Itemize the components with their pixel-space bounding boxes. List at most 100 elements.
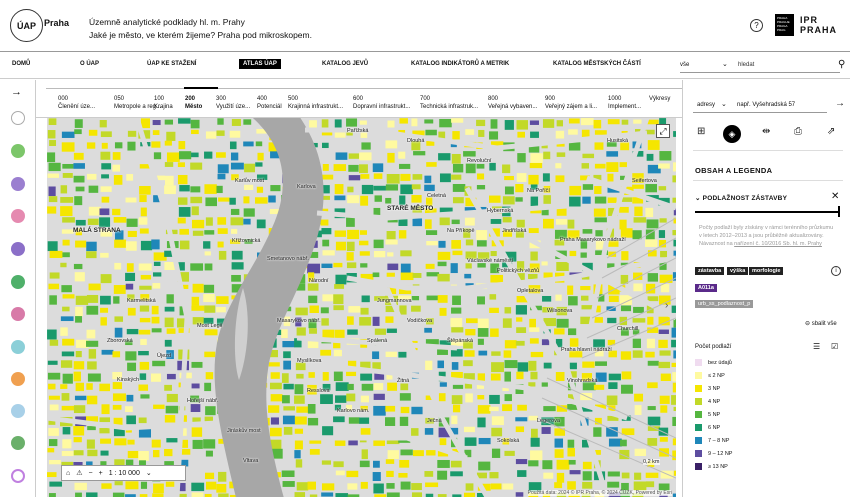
arrow-right-icon[interactable]: →: [835, 98, 845, 109]
ipr-logo[interactable]: IPR PRAHA: [800, 15, 837, 35]
building: [400, 173, 411, 181]
address-search-input[interactable]: např. Vyšehradská 57: [737, 102, 795, 108]
info-icon[interactable]: i: [831, 266, 841, 276]
search-scope-select[interactable]: vše: [680, 62, 689, 68]
list-icon[interactable]: ☰: [813, 342, 820, 351]
layers-icon[interactable]: ◈: [723, 125, 741, 143]
regulation-link[interactable]: nařízení č. 10/2016 Sb. hl. m. Prahy: [734, 241, 822, 247]
building: [451, 219, 460, 225]
thumb-green-dots[interactable]: [11, 275, 25, 289]
building: [567, 481, 576, 490]
theme-900[interactable]: 900 Veřejný zájem a li...: [545, 95, 597, 111]
chevron-down-icon[interactable]: ⌄: [722, 60, 728, 68]
close-icon[interactable]: ✕: [831, 191, 839, 202]
chevron-down-icon[interactable]: ⌄: [146, 469, 152, 477]
search-input[interactable]: hledat: [738, 62, 754, 68]
theme-drawings[interactable]: Výkresy: [649, 95, 670, 103]
theme-1000[interactable]: 1000 Implement...: [608, 95, 641, 111]
legend-item: ≥ 13 NP: [695, 463, 728, 470]
zoom-out-icon[interactable]: −: [89, 470, 93, 477]
theme-300[interactable]: 300 Využití úze...: [216, 95, 250, 111]
thumb-light-blue[interactable]: [11, 404, 25, 418]
help-icon[interactable]: ?: [750, 19, 763, 32]
building: [516, 219, 525, 228]
theme-num: 700: [420, 96, 431, 102]
building: [49, 272, 60, 279]
building: [633, 217, 647, 223]
checkbox-icon[interactable]: ☑: [831, 342, 838, 351]
opacity-slider-handle[interactable]: [838, 206, 840, 217]
thumb-pink-dots[interactable]: [11, 307, 25, 321]
warning-icon[interactable]: ⚠: [76, 469, 82, 477]
map-canvas[interactable]: [47, 118, 676, 497]
nav-catalog-indicators[interactable]: KATALOG INDIKÁTORŮ A METRIK: [411, 61, 509, 67]
layer-title[interactable]: ⌄ PODLAŽNOST ZÁSTAVBY: [695, 194, 787, 202]
building: [282, 415, 295, 425]
collapse-all-button[interactable]: ⊖ sbalit vše: [805, 320, 837, 327]
nav-about[interactable]: O ÚAP: [80, 61, 99, 67]
building: [294, 416, 307, 425]
tag-layer-name[interactable]: urb_ss_podlaznost_p: [695, 300, 754, 308]
uap-logo[interactable]: ÚAP: [10, 9, 43, 42]
arrow-right-icon[interactable]: →: [11, 86, 22, 98]
building: [595, 361, 607, 366]
share-icon[interactable]: ⇗: [827, 126, 835, 137]
building: [464, 437, 477, 446]
theme-800[interactable]: 800 Veřejná vybaven...: [488, 95, 537, 111]
thumb-orange[interactable]: [11, 372, 25, 386]
building: [529, 338, 539, 344]
tag-morfologie[interactable]: morfologie: [749, 267, 784, 275]
chevron-right-icon[interactable]: ›: [665, 300, 668, 311]
tag-zastavba[interactable]: zástavba: [695, 267, 725, 275]
theme-600[interactable]: 600 Dopravní infrastrukt...: [353, 95, 410, 111]
building: [424, 175, 432, 184]
building: [361, 383, 374, 391]
thumb-violet[interactable]: [11, 177, 25, 191]
building: [346, 262, 357, 269]
tag-code[interactable]: A011a: [695, 284, 717, 292]
thumb-cyan[interactable]: [11, 340, 25, 354]
map-view[interactable]: MALÁ STRANA STARÉ MĚSTO Praha Masarykovo…: [47, 118, 676, 497]
thumb-purple[interactable]: [11, 242, 25, 256]
building: [138, 384, 149, 391]
building: [582, 471, 592, 481]
building: [48, 383, 56, 390]
building: [517, 470, 527, 477]
theme-700[interactable]: 700 Technická infrastruk...: [420, 95, 478, 111]
building: [334, 284, 345, 289]
chevron-down-icon[interactable]: ⌄: [721, 100, 727, 108]
building: [478, 437, 491, 445]
building: [100, 307, 109, 313]
search-icon[interactable]: ⚲: [838, 59, 845, 70]
thumb-pink[interactable]: [11, 209, 25, 223]
thumb-dark-green[interactable]: [11, 436, 25, 450]
theme-100[interactable]: 100 Krajina: [154, 95, 173, 111]
opacity-slider[interactable]: [695, 211, 840, 213]
thumb-empty[interactable]: [11, 111, 25, 125]
thumb-green[interactable]: [11, 144, 25, 158]
fullscreen-button[interactable]: ⤢: [656, 124, 670, 138]
building: [660, 373, 671, 382]
theme-000[interactable]: 000 Členění úze...: [58, 95, 95, 111]
grid-icon[interactable]: ⊞: [697, 126, 705, 137]
nav-atlas[interactable]: ATLAS ÚAP: [239, 59, 281, 69]
thumb-ring[interactable]: [11, 469, 25, 483]
nav-download[interactable]: ÚAP KE STAŽENÍ: [147, 61, 196, 67]
measure-icon[interactable]: ⇹: [762, 126, 770, 137]
building: [217, 228, 228, 234]
nav-catalog-phenomena[interactable]: KATALOG JEVŮ: [322, 61, 368, 67]
building: [425, 360, 433, 371]
home-icon[interactable]: ⌂: [66, 470, 70, 477]
print-icon[interactable]: ⎙: [794, 126, 802, 137]
tag-vyska[interactable]: výška: [727, 267, 749, 275]
address-scope-select[interactable]: adresy: [697, 102, 715, 108]
theme-400[interactable]: 400 Potenciál: [257, 95, 282, 111]
building: [75, 316, 83, 323]
map-scale-select[interactable]: 1 : 10 000: [109, 470, 140, 477]
nav-catalog-districts[interactable]: KATALOG MĚSTSKÝCH ČÁSTÍ: [553, 61, 641, 67]
nav-home[interactable]: DOMŮ: [12, 61, 30, 67]
legend-item: 6 NP: [695, 424, 720, 431]
zoom-in-icon[interactable]: +: [99, 470, 103, 477]
theme-200[interactable]: 200 Město: [185, 95, 202, 111]
theme-500[interactable]: 500 Krajinná infrastrukt...: [288, 95, 343, 111]
